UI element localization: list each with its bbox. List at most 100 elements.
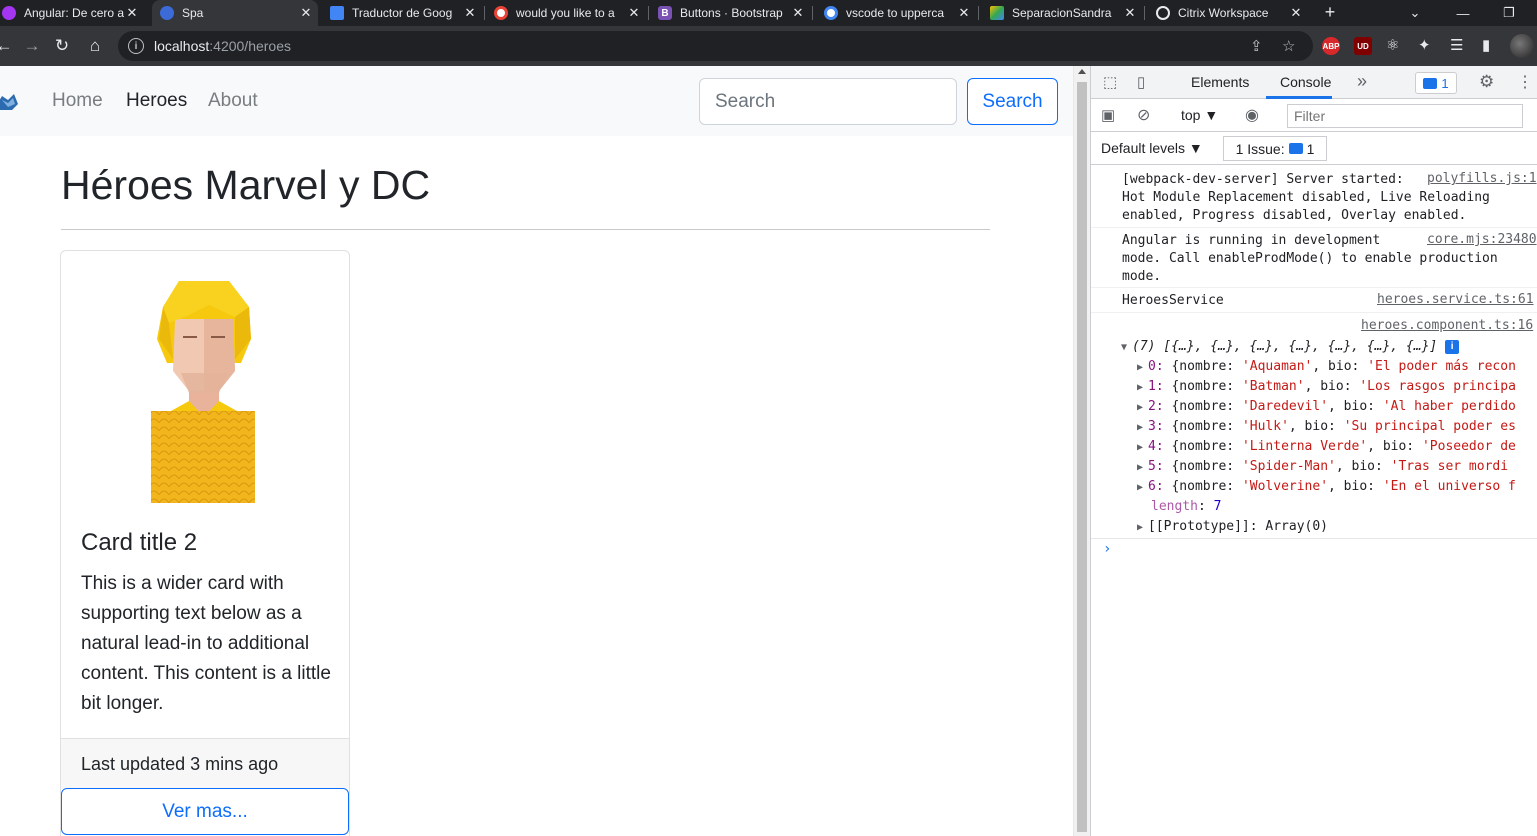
brand-logo-icon[interactable] — [0, 90, 20, 114]
array-summary-row[interactable]: ▼ (7) [{…}, {…}, {…}, {…}, {…}, {…}, {…}]… — [1121, 337, 1537, 357]
reading-list-icon[interactable]: ☰ — [1450, 36, 1463, 54]
new-tab-icon[interactable]: + — [1320, 2, 1340, 23]
bookmark-star-icon[interactable]: ☆ — [1282, 37, 1295, 55]
inspect-element-icon[interactable]: ⬚ — [1103, 73, 1117, 91]
sidebar-toggle-icon[interactable]: ▣ — [1101, 106, 1115, 124]
close-icon[interactable]: ✕ — [124, 5, 140, 21]
clear-console-icon[interactable]: ⊘ — [1137, 105, 1150, 125]
entry-bio: 'Tras ser mordi — [1390, 459, 1509, 474]
collapse-triangle-icon[interactable]: ▶ — [1137, 458, 1148, 478]
nav-heroes-link[interactable]: Heroes — [126, 90, 187, 112]
console-prompt-icon[interactable]: › — [1103, 541, 1111, 557]
ublock-icon[interactable]: UD — [1354, 37, 1372, 55]
device-toolbar-icon[interactable]: ▯ — [1137, 73, 1145, 91]
entry-index: 6 — [1148, 479, 1156, 494]
context-select[interactable]: top ▼ — [1181, 107, 1218, 123]
close-icon[interactable]: ✕ — [462, 5, 478, 21]
prototype-row[interactable]: ▶ [[Prototype]]: Array(0) — [1137, 517, 1537, 537]
settings-gear-icon[interactable]: ⚙ — [1479, 72, 1494, 92]
forward-icon[interactable]: → — [20, 34, 44, 58]
search-input[interactable] — [699, 78, 957, 125]
nav-home-link[interactable]: Home — [52, 90, 103, 112]
entry-bio: 'En el universo f — [1382, 479, 1516, 494]
close-icon[interactable]: ✕ — [298, 5, 314, 21]
nav-about-link[interactable]: About — [208, 90, 258, 112]
array-length-row: length: 7 — [1151, 499, 1222, 514]
site-info-icon[interactable]: i — [128, 38, 144, 54]
search-button[interactable]: Search — [967, 78, 1058, 125]
tab-title: Traductor de Goog — [352, 6, 453, 20]
restore-icon[interactable]: ❐ — [1486, 0, 1532, 26]
expand-triangle-icon[interactable]: ▼ — [1121, 338, 1132, 358]
close-icon[interactable]: ✕ — [1288, 5, 1304, 21]
address-toolbar: ← → ↻ ⌂ i localhost:4200/heroes ⇪ ☆ ABP … — [0, 26, 1537, 66]
collapse-triangle-icon[interactable]: ▶ — [1137, 518, 1148, 538]
close-icon[interactable]: ✕ — [626, 5, 642, 21]
tab-title: Citrix Workspace — [1178, 6, 1269, 20]
side-panel-icon[interactable]: ▮ — [1482, 36, 1490, 54]
close-icon[interactable]: ✕ — [790, 5, 806, 21]
tab-spa[interactable]: Spa ✕ — [152, 0, 318, 26]
console-output: [webpack-dev-server] Server started: Hot… — [1091, 165, 1537, 836]
back-icon[interactable]: ← — [0, 34, 16, 58]
navbar: Home Heroes About Search — [0, 66, 1073, 136]
home-icon[interactable]: ⌂ — [83, 34, 107, 58]
tab-drive[interactable]: SeparacionSandra ✕ — [982, 0, 1142, 26]
tab-separator — [812, 6, 813, 20]
message-source-link[interactable]: heroes.component.ts:16 — [1361, 318, 1533, 333]
tab-udemy[interactable]: Angular: De cero a ✕ — [0, 0, 144, 26]
collapse-triangle-icon[interactable]: ▶ — [1137, 358, 1148, 378]
tab-elements[interactable]: Elements — [1191, 74, 1249, 90]
message-source-link[interactable]: core.mjs:23480 — [1427, 232, 1537, 247]
array-entry-row[interactable]: ▶ 6: {nombre: 'Wolverine', bio: 'En el un… — [1137, 477, 1537, 497]
close-icon[interactable]: ✕ — [1122, 5, 1138, 21]
tab-search-icon[interactable]: ⌄ — [1392, 0, 1438, 26]
live-expression-eye-icon[interactable]: ◉ — [1245, 105, 1259, 125]
issues-badge[interactable]: 1 — [1415, 72, 1457, 94]
tab-google-search[interactable]: would you like to a ✕ — [486, 0, 646, 26]
profile-avatar[interactable] — [1510, 34, 1534, 58]
tab-title: would you like to a — [516, 6, 615, 20]
collapse-triangle-icon[interactable]: ▶ — [1137, 438, 1148, 458]
length-value: 7 — [1213, 499, 1222, 514]
address-bar[interactable]: i localhost:4200/heroes ⇪ ☆ — [118, 31, 1313, 61]
page-scrollbar[interactable] — [1073, 66, 1090, 836]
more-tabs-icon[interactable]: » — [1357, 71, 1367, 92]
array-entry-row[interactable]: ▶ 0: {nombre: 'Aquaman', bio: 'El poder m… — [1137, 357, 1537, 377]
message-source-link[interactable]: polyfills.js:1 — [1427, 171, 1537, 186]
collapse-triangle-icon[interactable]: ▶ — [1137, 418, 1148, 438]
tab-console[interactable]: Console — [1280, 74, 1331, 90]
collapse-triangle-icon[interactable]: ▶ — [1137, 478, 1148, 498]
array-entry-row[interactable]: ▶ 4: {nombre: 'Linterna Verde', bio: 'Pos… — [1137, 437, 1537, 457]
extensions-puzzle-icon[interactable]: ✦ — [1418, 36, 1431, 54]
info-icon[interactable]: i — [1445, 339, 1460, 354]
scrollbar-thumb[interactable] — [1077, 82, 1087, 832]
tab-bootstrap[interactable]: B Buttons · Bootstrap ✕ — [650, 0, 810, 26]
collapse-triangle-icon[interactable]: ▶ — [1137, 378, 1148, 398]
scroll-up-icon[interactable] — [1078, 69, 1086, 74]
entry-nombre: 'Hulk' — [1241, 419, 1289, 434]
minimize-icon[interactable]: — — [1440, 0, 1486, 26]
react-devtools-icon[interactable]: ⚛ — [1386, 36, 1399, 54]
log-levels-dropdown[interactable]: Default levels ▼ — [1101, 140, 1203, 156]
console-message: [webpack-dev-server] Server started: Hot… — [1091, 165, 1537, 228]
console-filter-input[interactable] — [1287, 104, 1523, 128]
tab-vscode-search[interactable]: vscode to upperca ✕ — [816, 0, 976, 26]
ver-mas-button[interactable]: Ver mas... — [61, 788, 349, 835]
adblock-plus-icon[interactable]: ABP — [1322, 37, 1340, 55]
tab-translate[interactable]: Traductor de Goog ✕ — [322, 0, 482, 26]
message-source-link[interactable]: heroes.service.ts:61 — [1377, 292, 1534, 307]
ublock-label: UD — [1357, 41, 1369, 51]
more-options-icon[interactable]: ⋮ — [1517, 72, 1533, 92]
array-entry-row[interactable]: ▶ 1: {nombre: 'Batman', bio: 'Los rasgos … — [1137, 377, 1537, 397]
issues-counter-button[interactable]: 1 Issue: 1 — [1223, 136, 1327, 161]
reload-icon[interactable]: ↻ — [50, 34, 74, 58]
array-entry-row[interactable]: ▶ 3: {nombre: 'Hulk', bio: 'Su principal … — [1137, 417, 1537, 437]
collapse-triangle-icon[interactable]: ▶ — [1137, 398, 1148, 418]
close-icon[interactable]: ✕ — [956, 5, 972, 21]
array-entry-row[interactable]: ▶ 5: {nombre: 'Spider-Man', bio: 'Tras se… — [1137, 457, 1537, 477]
issues-count: 1 — [1306, 140, 1315, 157]
array-entry-row[interactable]: ▶ 2: {nombre: 'Daredevil', bio: 'Al haber… — [1137, 397, 1537, 417]
tab-citrix[interactable]: Citrix Workspace ✕ — [1148, 0, 1308, 26]
share-icon[interactable]: ⇪ — [1250, 37, 1263, 55]
